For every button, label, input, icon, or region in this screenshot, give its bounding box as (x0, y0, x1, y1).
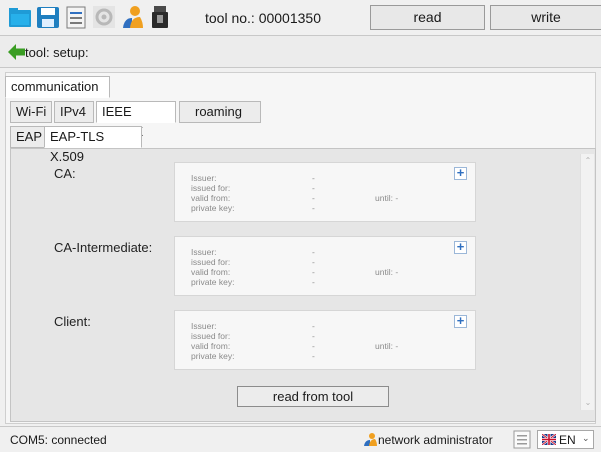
usb-stick-icon[interactable] (148, 4, 172, 30)
client-certificate-box: Issuer: - issued for: - valid from: - un… (174, 310, 476, 370)
private-key-value: - (312, 203, 315, 213)
issued-for-value: - (312, 331, 315, 341)
tab-wifi[interactable]: Wi-Fi (10, 101, 52, 123)
valid-from-label: valid from: (191, 193, 231, 203)
issuer-value: - (312, 247, 315, 257)
folder-icon[interactable] (8, 4, 32, 30)
read-button[interactable]: read (370, 5, 485, 30)
until-label: until: - (375, 341, 399, 351)
tab-ieee-8021x[interactable]: IEEE 802.1X (96, 101, 176, 139)
read-from-tool-button[interactable]: read from tool (237, 386, 389, 407)
scroll-down-icon[interactable]: ⌄ (583, 399, 593, 407)
tool-number: tool no.: 00001350 (205, 10, 321, 26)
user-role: network administrator (378, 433, 493, 447)
tab-eap[interactable]: EAP (10, 126, 46, 148)
ca-intermediate-certificate-box: Issuer: - issued for: - valid from: - un… (174, 236, 476, 296)
main-toolbar: tool no.: 00001350 read write (0, 0, 601, 36)
valid-from-value: - (312, 193, 315, 203)
scroll-up-icon[interactable]: ⌃ (583, 157, 593, 165)
private-key-label: private key: (191, 351, 235, 361)
add-ca-intermediate-button[interactable]: + (454, 240, 467, 254)
valid-from-value: - (312, 341, 315, 351)
tab-ipv4[interactable]: IPv4 (54, 101, 94, 123)
language-select[interactable]: EN ⌄ (537, 430, 594, 449)
issuer-label: Issuer: (191, 321, 217, 331)
private-key-value: - (312, 277, 315, 287)
tab-eap-tls-x509[interactable]: EAP-TLS X.509 (44, 126, 142, 164)
issuer-value: - (312, 321, 315, 331)
issued-for-value: - (312, 257, 315, 267)
log-document-icon[interactable] (513, 430, 531, 449)
issued-for-label: issued for: (191, 331, 231, 341)
private-key-label: private key: (191, 277, 235, 287)
valid-from-value: - (312, 267, 315, 277)
chevron-down-icon: ⌄ (582, 433, 590, 443)
issued-for-label: issued for: (191, 183, 231, 193)
breadcrumb: tool: setup: (0, 36, 601, 68)
ca-certificate-box: Issuer: - issued for: - valid from: - un… (174, 162, 476, 222)
user-icon[interactable] (120, 4, 144, 30)
page-title: tool: setup: (25, 45, 89, 60)
user-icon (364, 433, 377, 446)
save-icon[interactable] (36, 4, 60, 30)
private-key-label: private key: (191, 203, 235, 213)
vertical-scrollbar[interactable]: ⌃ ⌄ (580, 154, 594, 410)
issuer-label: Issuer: (191, 173, 217, 183)
issued-for-label: issued for: (191, 257, 231, 267)
document-icon[interactable] (64, 4, 88, 30)
valid-from-label: valid from: (191, 341, 231, 351)
issued-for-value: - (312, 183, 315, 193)
add-ca-button[interactable]: + (454, 166, 467, 180)
tab-communication[interactable]: communication (5, 76, 110, 98)
connection-status: COM5: connected (10, 433, 107, 447)
back-arrow-icon[interactable] (7, 43, 26, 61)
status-bar: COM5: connected network administrator EN… (0, 426, 601, 452)
issuer-value: - (312, 173, 315, 183)
until-label: until: - (375, 193, 399, 203)
write-button[interactable]: write (490, 5, 601, 30)
private-key-value: - (312, 351, 315, 361)
ca-label: CA: (54, 166, 76, 181)
issuer-label: Issuer: (191, 247, 217, 257)
tab-roaming[interactable]: roaming (179, 101, 261, 123)
client-label: Client: (54, 314, 91, 329)
language-value: EN (559, 433, 576, 447)
gear-icon[interactable] (92, 4, 116, 30)
ca-intermediate-label: CA-Intermediate: (54, 240, 153, 255)
until-label: until: - (375, 267, 399, 277)
add-client-button[interactable]: + (454, 314, 467, 328)
valid-from-label: valid from: (191, 267, 231, 277)
uk-flag-icon (542, 434, 556, 445)
